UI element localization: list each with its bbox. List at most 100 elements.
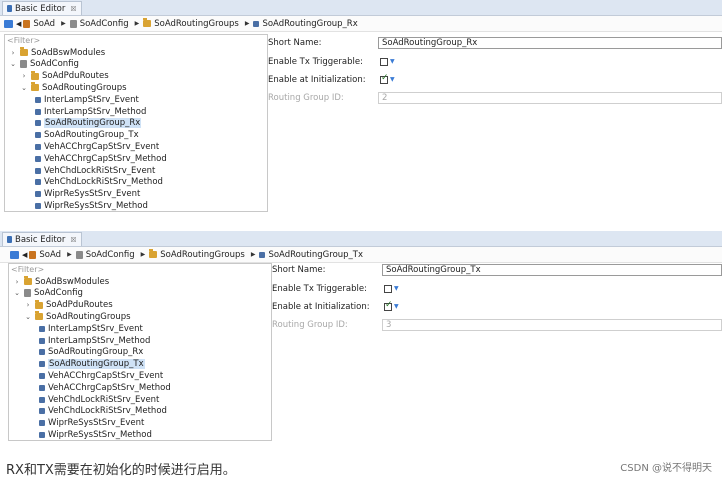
breadcrumb-separator-icon[interactable]: ▶ — [61, 20, 66, 27]
tree-node[interactable]: InterLampStSrv_Event — [39, 323, 143, 334]
chevron-right-icon[interactable]: › — [9, 49, 17, 57]
dropdown-arrow-icon[interactable]: ▼ — [390, 58, 395, 65]
tree-node-label: SoAdConfig — [34, 288, 83, 299]
tree-node-label: WiprReSysStSrv_Event — [48, 418, 145, 429]
properties-form: Short Name: SoAdRoutingGroup_Tx Enable T… — [270, 261, 722, 437]
chevron-down-icon[interactable]: ⌄ — [24, 313, 32, 321]
tree-node[interactable]: VehACChrgCapStSrv_Method — [39, 382, 171, 393]
short-name-row: Short Name: SoAdRoutingGroup_Rx — [266, 35, 722, 50]
tree-node[interactable]: SoAdRoutingGroup_Rx — [35, 118, 142, 129]
enable-init-checkbox[interactable]: ✓ — [380, 73, 389, 84]
routing-group-id-row: Routing Group ID: 3 — [270, 317, 722, 332]
tree-node[interactable]: ⌄ SoAdConfig — [13, 288, 83, 299]
tree-node[interactable]: VehChdLockRiStSrv_Event — [35, 165, 155, 176]
enable-init-row: Enable at Initialization: ✓ ▼ — [270, 299, 722, 314]
breadcrumb-separator-icon[interactable]: ▶ — [245, 20, 250, 27]
module-icon — [23, 19, 31, 28]
tree-node[interactable]: ⌄ SoAdRoutingGroups — [20, 82, 127, 93]
tree-node[interactable]: InterLampStSrv_Method — [35, 106, 146, 117]
breadcrumb-item-routinggroups[interactable]: SoAdRoutingGroups — [149, 249, 245, 260]
tx-triggerable-checkbox[interactable] — [380, 57, 388, 66]
filter-input[interactable]: <Filter> — [11, 265, 267, 275]
item-icon — [39, 372, 45, 379]
short-name-input[interactable]: SoAdRoutingGroup_Rx — [378, 36, 722, 49]
filter-input[interactable]: <Filter> — [7, 36, 263, 46]
tree-node[interactable]: SoAdRoutingGroup_Tx — [35, 130, 139, 141]
folder-icon — [31, 82, 39, 92]
chevron-down-icon[interactable]: ⌄ — [9, 60, 17, 68]
item-icon — [35, 155, 41, 162]
tree-node-label: InterLampStSrv_Event — [48, 323, 143, 334]
breadcrumb-item-soadconfig[interactable]: SoAdConfig — [69, 19, 129, 29]
chevron-right-icon[interactable]: › — [13, 278, 21, 286]
tab-close-icon[interactable]: ☒ — [70, 236, 76, 244]
tree-node[interactable]: VehACChrgCapStSrv_Event — [39, 370, 163, 381]
editor-icon — [7, 236, 12, 243]
tree-node[interactable]: VehChdLockRiStSrv_Event — [39, 394, 159, 405]
tree-node[interactable]: › SoAdPduRoutes — [20, 70, 109, 82]
breadcrumb-item-routinggroups[interactable]: SoAdRoutingGroups — [143, 18, 239, 29]
editor-panel-rx: Basic Editor ☒ ◀ SoAd ▶ SoAdConfig ▶ SoA… — [0, 0, 722, 212]
enable-init-checkbox[interactable]: ✓ — [384, 300, 393, 311]
tree-node[interactable]: WiprReSysStSrv_Event — [35, 189, 140, 200]
tree-view[interactable]: <Filter> › SoAdBswModules ⌄ SoAdConfig › SoAd… — [8, 263, 272, 441]
chevron-down-icon[interactable]: ⌄ — [20, 84, 28, 92]
tree-node[interactable]: VehChdLockRiStSrv_Method — [39, 406, 167, 417]
tree-node-label: VehChdLockRiStSrv_Event — [44, 165, 156, 176]
dropdown-arrow-icon[interactable]: ▼ — [390, 76, 395, 83]
tree-view[interactable]: <Filter> › SoAdBswModules ⌄ SoAdConfig › SoAd… — [4, 34, 268, 212]
item-icon — [39, 396, 45, 403]
tree-node-label: VehACChrgCapStSrv_Method — [44, 153, 167, 164]
dropdown-arrow-icon[interactable]: ▼ — [394, 303, 399, 310]
tree-node[interactable]: › SoAdBswModules — [9, 47, 105, 58]
routing-group-id-label: Routing Group ID: — [272, 319, 348, 330]
item-icon — [39, 420, 45, 427]
tree-node-label: VehACChrgCapStSrv_Event — [48, 370, 164, 381]
chevron-right-icon[interactable]: › — [24, 301, 32, 309]
tree-node[interactable]: VehACChrgCapStSrv_Method — [35, 153, 167, 164]
grid-icon[interactable] — [10, 250, 19, 259]
item-icon — [35, 191, 41, 198]
tree-node[interactable]: WiprReSysStSrv_Method — [39, 429, 152, 440]
dropdown-arrow-icon[interactable]: ▼ — [394, 285, 399, 292]
breadcrumb-separator-icon[interactable]: ▶ — [135, 20, 140, 27]
breadcrumb-separator-icon[interactable]: ▶ — [67, 251, 72, 258]
chevron-down-icon[interactable]: ⌄ — [13, 289, 21, 297]
page-caption: RX和TX需要在初始化的时候进行启用。 — [6, 463, 236, 478]
tree-node[interactable]: VehChdLockRiStSrv_Method — [35, 177, 163, 188]
tree-node-label: InterLampStSrv_Method — [44, 106, 147, 117]
tree-node[interactable]: › SoAdPduRoutes — [24, 299, 113, 311]
breadcrumb-item-soadconfig[interactable]: SoAdConfig — [75, 250, 135, 260]
editor-tab[interactable]: Basic Editor ☒ — [2, 1, 82, 15]
tree-node[interactable]: WiprReSysStSrv_Method — [35, 200, 148, 211]
editor-tab[interactable]: Basic Editor ☒ — [2, 232, 82, 246]
breadcrumb-separator-icon[interactable]: ▶ — [251, 251, 256, 258]
tree-node[interactable]: VehACChrgCapStSrv_Event — [35, 141, 159, 152]
tree-node[interactable]: InterLampStSrv_Event — [35, 94, 139, 105]
tree-node[interactable]: SoAdRoutingGroup_Tx — [39, 359, 145, 370]
tree-node[interactable]: InterLampStSrv_Method — [39, 335, 150, 346]
chevron-right-icon[interactable]: › — [20, 72, 28, 80]
tree-node-label: SoAdBswModules — [31, 47, 106, 58]
tree-node[interactable]: › SoAdBswModules — [13, 276, 109, 287]
tx-triggerable-label: Enable Tx Triggerable: — [268, 56, 363, 67]
tree-node[interactable]: WiprReSysStSrv_Event — [39, 418, 144, 429]
tab-close-icon[interactable]: ☒ — [70, 5, 76, 13]
breadcrumb-item-soad[interactable]: SoAd — [23, 19, 55, 29]
breadcrumb-separator-icon[interactable]: ▶ — [141, 251, 146, 258]
back-arrow-icon[interactable]: ◀ — [16, 20, 21, 28]
tx-triggerable-checkbox[interactable] — [384, 284, 392, 293]
tree-node[interactable]: ⌄ SoAdRoutingGroups — [24, 311, 131, 322]
short-name-input[interactable]: SoAdRoutingGroup_Tx — [382, 263, 722, 276]
breadcrumb-item-current[interactable]: SoAdRoutingGroup_Tx — [259, 250, 363, 260]
tree-node[interactable]: ⌄ SoAdConfig — [9, 59, 79, 70]
grid-icon[interactable] — [4, 19, 13, 28]
tree-node[interactable]: SoAdRoutingGroup_Rx — [39, 347, 143, 358]
tree-node-label: VehACChrgCapStSrv_Event — [44, 141, 160, 152]
tree-node-label: SoAdConfig — [30, 59, 79, 70]
breadcrumb-nav-icons[interactable]: ◀ — [10, 250, 27, 259]
breadcrumb-item-current[interactable]: SoAdRoutingGroup_Rx — [253, 19, 358, 29]
breadcrumb-item-soad[interactable]: SoAd — [29, 250, 61, 260]
breadcrumb-nav-icons[interactable]: ◀ — [4, 19, 21, 28]
back-arrow-icon[interactable]: ◀ — [22, 251, 27, 259]
